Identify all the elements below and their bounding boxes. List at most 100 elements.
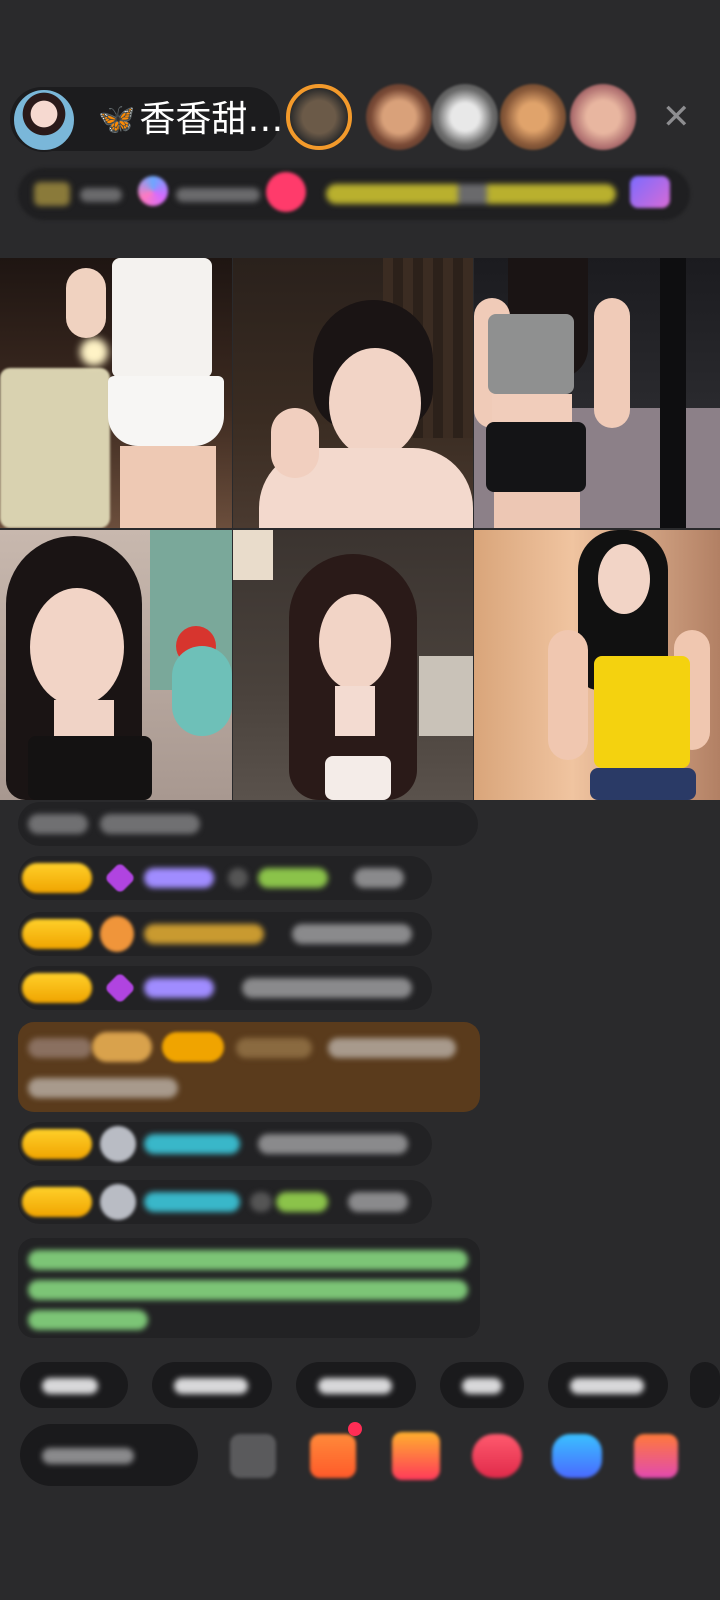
sofa (0, 368, 110, 528)
close-icon[interactable]: ✕ (662, 100, 691, 134)
gray-top (488, 314, 574, 394)
quick-reply-button[interactable] (152, 1362, 272, 1408)
chat-text (258, 1134, 408, 1154)
video-tile[interactable] (0, 258, 232, 528)
level-badge (22, 919, 92, 949)
chat-text (28, 1078, 178, 1098)
chat-text (348, 1192, 408, 1212)
user-name[interactable] (236, 1038, 312, 1058)
quick-reply-button[interactable] (690, 1362, 720, 1408)
host-name-label: 香香甜… (139, 99, 284, 140)
chat-text (328, 1038, 456, 1058)
level-badge (22, 973, 92, 1003)
more-apps-icon[interactable] (634, 1434, 678, 1478)
host-name[interactable]: 🦋 香香甜… (98, 100, 283, 140)
viewer-avatar[interactable] (286, 84, 352, 150)
diamond-icon (104, 862, 136, 894)
gift-badge (162, 1032, 224, 1062)
notification-dot (348, 1422, 362, 1436)
video-tile[interactable] (474, 530, 720, 800)
user-name[interactable] (144, 868, 214, 888)
viewer-avatar[interactable] (432, 84, 498, 150)
user-name[interactable] (144, 924, 264, 944)
shelf (419, 656, 473, 736)
chat-message (18, 802, 478, 846)
butterfly-icon: 🦋 (98, 102, 136, 137)
comment-input[interactable] (20, 1424, 198, 1486)
user-avatar (100, 1184, 136, 1220)
chat-text (242, 978, 412, 998)
video-tile[interactable] (474, 258, 720, 528)
user-avatar (100, 1126, 136, 1162)
fan-badge-icon (100, 916, 134, 952)
fans-text (176, 188, 260, 202)
midriff (492, 394, 572, 424)
white-top (325, 756, 391, 800)
video-tile[interactable] (0, 530, 232, 800)
quick-reply-button[interactable] (440, 1362, 524, 1408)
user-name[interactable] (144, 1192, 240, 1212)
system-message (18, 1238, 480, 1338)
level-badge (22, 863, 92, 893)
yellow-top (594, 656, 690, 768)
arm (66, 268, 106, 338)
system-text (28, 1310, 148, 1330)
arm (548, 630, 588, 760)
viewer-avatar[interactable] (366, 84, 432, 150)
chat-text (100, 814, 200, 834)
chat-text (228, 868, 248, 888)
video-tile[interactable] (233, 258, 473, 528)
user-name[interactable] (144, 1134, 240, 1154)
rank-badge[interactable] (34, 182, 70, 206)
treasure-icon[interactable] (392, 1432, 440, 1480)
chat-text (250, 1192, 272, 1212)
arm (594, 298, 630, 428)
fans-icon[interactable] (138, 176, 168, 206)
face (319, 594, 391, 690)
user-name[interactable] (258, 868, 328, 888)
host-avatar[interactable] (12, 88, 76, 152)
more-icon[interactable] (630, 176, 670, 208)
user-name[interactable] (276, 1192, 328, 1212)
diamond-icon (104, 972, 136, 1004)
comment-input-placeholder (42, 1448, 134, 1464)
chat-text (28, 814, 88, 834)
chat-message (18, 1180, 432, 1224)
level-badge (22, 1187, 92, 1217)
black-shorts (486, 422, 586, 492)
system-text (28, 1280, 468, 1300)
lamp-light (80, 338, 108, 366)
chat-text (28, 1038, 92, 1058)
gift-message (18, 1022, 480, 1112)
chat-message (18, 856, 432, 900)
legs (494, 492, 580, 528)
face (30, 588, 124, 706)
rank-text (80, 188, 122, 202)
video-tile[interactable] (233, 530, 473, 800)
quick-reply-button[interactable] (296, 1362, 416, 1408)
neck (335, 686, 375, 736)
pole (660, 258, 686, 528)
viewer-avatar[interactable] (500, 84, 566, 150)
user-name[interactable] (144, 978, 214, 998)
white-top (112, 258, 212, 378)
teal-object (172, 646, 232, 736)
game-icon[interactable] (552, 1434, 602, 1478)
heart-gift-icon[interactable] (472, 1434, 522, 1478)
hand (271, 408, 319, 478)
quick-reply-button[interactable] (20, 1362, 128, 1408)
gift-box-icon[interactable] (310, 1434, 356, 1478)
black-top (28, 736, 152, 800)
viewer-avatar[interactable] (570, 84, 636, 150)
face (329, 348, 421, 458)
chat-text (354, 868, 404, 888)
quick-reply-button[interactable] (548, 1362, 668, 1408)
emoji-icon[interactable] (230, 1434, 276, 1478)
like-button[interactable] (266, 172, 306, 212)
gift-badge (92, 1032, 152, 1062)
tags-text (326, 184, 616, 204)
face (598, 544, 650, 614)
lamp (233, 530, 273, 580)
white-shorts (108, 376, 224, 446)
chat-text (292, 924, 412, 944)
